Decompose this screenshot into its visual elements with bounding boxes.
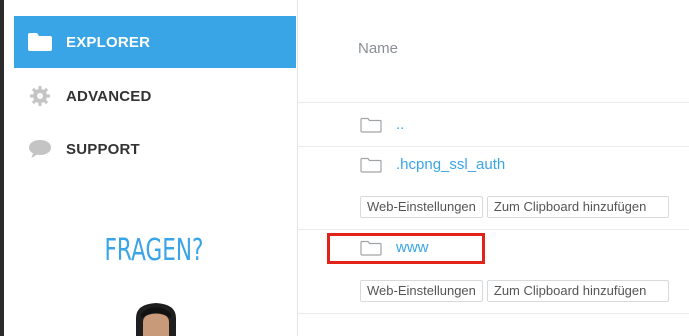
sidebar-item-explorer[interactable]: EXPLORER [14,16,296,68]
add-to-clipboard-button[interactable]: Zum Clipboard hinzufügen [486,196,669,218]
folder-name-link[interactable]: .. [396,116,404,133]
sidebar-item-support[interactable]: SUPPORT [14,123,296,175]
sidebar: EXPLORER ADVANCED SUPPORT FRAGEN? [4,0,298,336]
promo-heading: FRAGEN? [104,233,204,268]
gear-icon [28,86,52,106]
add-to-clipboard-button[interactable]: Zum Clipboard hinzufügen [486,280,669,302]
row-actions: Web-Einstellungen Zum Clipboard hinzufüg… [360,196,673,218]
file-explorer-panel: Name .. .hcpng_ssl_auth Web-Einstellunge… [298,0,689,336]
avatar [124,300,188,336]
web-settings-button[interactable]: Web-Einstellungen [360,280,483,302]
sidebar-item-label: ADVANCED [66,87,152,105]
web-settings-button[interactable]: Web-Einstellungen [360,196,483,218]
row-divider [298,146,689,147]
chat-bubble-icon [28,139,52,159]
folder-name-link[interactable]: .hcpng_ssl_auth [396,156,505,173]
list-item-parent[interactable]: .. [360,116,404,133]
list-item-hcpng-ssl-auth[interactable]: .hcpng_ssl_auth [360,156,505,173]
column-header-name[interactable]: Name [358,40,398,57]
highlight-box [327,233,485,264]
header-divider [298,102,689,103]
folder-icon [28,32,52,52]
row-divider [298,313,689,314]
folder-icon [360,117,382,133]
row-actions: Web-Einstellungen Zum Clipboard hinzufüg… [360,280,673,302]
folder-icon [360,157,382,173]
sidebar-item-label: EXPLORER [66,33,151,51]
sidebar-item-label: SUPPORT [66,140,140,158]
row-divider [298,229,689,230]
sidebar-item-advanced[interactable]: ADVANCED [14,70,296,122]
